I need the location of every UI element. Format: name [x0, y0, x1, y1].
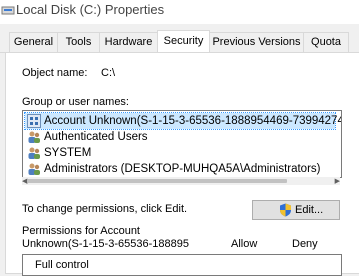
uac-shield-icon	[280, 203, 291, 217]
group-names-label: Group or user names:	[22, 96, 129, 108]
users-group-icon	[28, 163, 40, 175]
change-permissions-text: To change permissions, click Edit.	[22, 203, 188, 215]
tab-hardware[interactable]: Hardware	[99, 32, 158, 52]
tab-previous-versions[interactable]: Previous Versions	[209, 32, 304, 52]
window-title: Local Disk (C:) Properties	[16, 2, 165, 17]
users-group-icon	[28, 147, 40, 159]
allow-column-header: Allow	[231, 238, 258, 250]
users-group-icon	[28, 131, 40, 143]
user-name: Administrators (DESKTOP-MUHQA5A\Administ…	[44, 163, 321, 175]
permissions-for-account: Unknown(S-1-15-3-65536-188895	[22, 238, 189, 250]
edit-button-label: Edit...	[295, 204, 324, 216]
permission-item: Full control	[35, 259, 89, 271]
tab-general[interactable]: General	[9, 32, 58, 52]
user-name: Account Unknown(S-1-15-3-65536-188895446…	[44, 115, 342, 127]
edit-button[interactable]: Edit...	[252, 200, 340, 220]
object-name-label: Object name:	[22, 67, 88, 79]
list-item[interactable]: Administrators (DESKTOP-MUHQA5A\Administ…	[25, 161, 341, 177]
tab-quota[interactable]: Quota	[303, 32, 349, 52]
list-item[interactable]: SYSTEM	[25, 145, 341, 161]
scrollbar-thumb[interactable]	[27, 179, 287, 183]
list-item[interactable]: Authenticated Users	[25, 129, 341, 145]
list-item[interactable]: Account Unknown(S-1-15-3-65536-188895446…	[24, 112, 341, 130]
group-user-list[interactable]: Account Unknown(S-1-15-3-65536-188895446…	[22, 110, 342, 178]
unknown-account-icon	[27, 114, 41, 128]
drive-icon	[1, 6, 15, 15]
deny-column-header: Deny	[292, 238, 318, 250]
tab-tools[interactable]: Tools	[57, 32, 100, 52]
tab-security[interactable]: Security	[157, 30, 210, 53]
permissions-for-label: Permissions for Account	[22, 225, 140, 237]
user-name: Authenticated Users	[44, 131, 148, 143]
object-name-value: C:\	[101, 67, 116, 79]
permissions-list[interactable]: Full control	[22, 254, 342, 276]
horizontal-scrollbar[interactable]: ◀ ▶	[22, 177, 340, 185]
tab-strip: General Tools Hardware Security Previous…	[0, 30, 359, 53]
scroll-right-icon[interactable]: ▶	[335, 177, 340, 185]
title-bar: Local Disk (C:) Properties	[0, 0, 359, 24]
user-name: SYSTEM	[44, 147, 92, 159]
